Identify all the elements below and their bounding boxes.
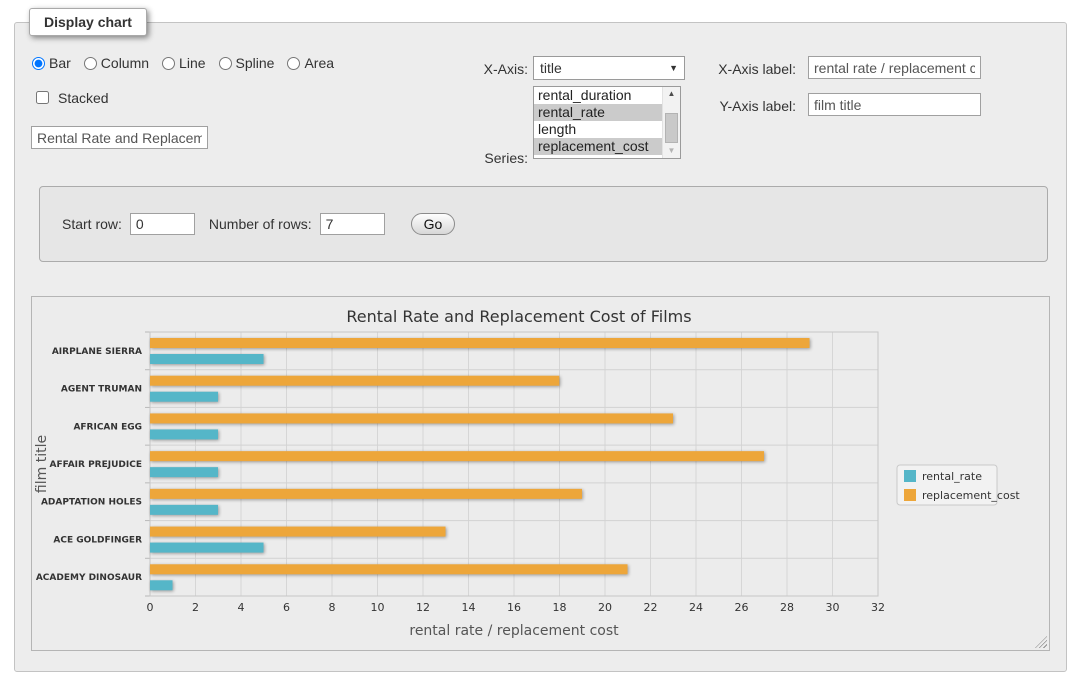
chart-title: Rental Rate and Replacement Cost of Film… [346, 307, 691, 326]
chart-type-line[interactable]: Line [162, 55, 205, 71]
series-option-length[interactable]: length [534, 121, 663, 138]
bar-rental_rate[interactable] [150, 354, 264, 364]
chart-title-input[interactable] [31, 126, 208, 149]
chevron-down-icon: ▼ [669, 63, 678, 73]
x-tick-label: 24 [689, 601, 703, 614]
series-option-replacement_cost[interactable]: replacement_cost [534, 138, 663, 155]
series-option-rental_duration[interactable]: rental_duration [534, 87, 663, 104]
x-axis-label-input[interactable] [808, 56, 981, 79]
x-tick-label: 22 [644, 601, 658, 614]
y-category-label: AGENT TRUMAN [61, 385, 142, 395]
x-axis-select-value: title [540, 60, 562, 76]
bar-replacement_cost[interactable] [150, 527, 446, 537]
stacked-checkbox[interactable] [36, 91, 49, 104]
chart-legend: rental_rate replacement_cost [897, 465, 1020, 505]
x-tick-label: 2 [192, 601, 199, 614]
chart-type-column[interactable]: Column [84, 55, 149, 71]
y-axis-label-label: Y-Axis label: [705, 98, 796, 114]
y-category-label: ADAPTATION HOLES [41, 498, 142, 508]
x-tick-label: 26 [735, 601, 749, 614]
y-category-label: ACADEMY DINOSAUR [36, 573, 142, 583]
x-axis-title: rental rate / replacement cost [409, 623, 619, 639]
x-axis-label-label: X-Axis label: [705, 61, 796, 77]
y-axis-title: film title [34, 435, 50, 493]
series-scrollbar[interactable]: ▲ ▼ [662, 87, 680, 158]
chart-type-bar[interactable]: Bar [32, 55, 71, 71]
series-select-label: Series: [455, 150, 528, 166]
series-listbox[interactable]: rental_durationrental_ratelengthreplacem… [533, 86, 681, 159]
chart-type-group: Bar Column Line Spline Area [32, 55, 334, 71]
chart-type-label: Line [179, 55, 205, 71]
start-row-input[interactable] [130, 213, 195, 235]
chart-type-label: Bar [49, 55, 71, 71]
legend-item-rental_rate[interactable]: rental_rate [904, 470, 982, 483]
bar-rental_rate[interactable] [150, 505, 218, 515]
series-options: rental_durationrental_ratelengthreplacem… [534, 87, 663, 155]
x-tick-label: 30 [826, 601, 840, 614]
bar-replacement_cost[interactable] [150, 338, 810, 348]
x-axis-select-label: X-Axis: [455, 61, 528, 77]
bar-rental_rate[interactable] [150, 392, 218, 402]
display-chart-fieldset: Display chart BarColumnLineSplineArea St… [14, 22, 1067, 672]
x-tick-label: 32 [871, 601, 885, 614]
chart-type-area[interactable]: Area [287, 55, 334, 71]
num-rows-label: Number of rows: [209, 216, 312, 232]
x-tick-label: 6 [283, 601, 290, 614]
x-tick-label: 28 [780, 601, 794, 614]
y-axis-label-input[interactable] [808, 93, 981, 116]
num-rows-input[interactable] [320, 213, 385, 235]
x-tick-label: 20 [598, 601, 612, 614]
x-tick-label: 10 [371, 601, 385, 614]
x-tick-label: 8 [329, 601, 336, 614]
x-tick-label: 4 [238, 601, 245, 614]
y-category-label: AFFAIR PREJUDICE [49, 460, 142, 470]
bar-rental_rate[interactable] [150, 543, 264, 553]
legend-swatch-icon [904, 470, 916, 482]
bar-rental_rate[interactable] [150, 580, 173, 590]
legend-label: rental_rate [922, 470, 982, 483]
bar-replacement_cost[interactable] [150, 489, 582, 499]
legend-swatch-icon [904, 489, 916, 501]
chart-type-radio-area[interactable] [287, 57, 300, 70]
scroll-down-icon[interactable]: ▼ [663, 144, 680, 158]
y-category-label: ACE GOLDFINGER [53, 535, 142, 545]
start-row-label: Start row: [62, 216, 122, 232]
chart-type-spline[interactable]: Spline [219, 55, 275, 71]
chart-svg: 02468101214161820222426283032AIRPLANE SI… [32, 297, 1049, 650]
chart-type-label: Area [304, 55, 334, 71]
x-tick-label: 18 [553, 601, 567, 614]
fieldset-legend: Display chart [29, 8, 147, 36]
bar-replacement_cost[interactable] [150, 564, 628, 574]
x-tick-label: 16 [507, 601, 521, 614]
rows-panel: Start row: Number of rows: Go [39, 186, 1048, 262]
x-tick-label: 0 [147, 601, 154, 614]
chart-type-label: Column [101, 55, 149, 71]
scrollbar-thumb[interactable] [665, 113, 678, 143]
bar-rental_rate[interactable] [150, 467, 218, 477]
x-tick-label: 12 [416, 601, 430, 614]
series-option-rental_rate[interactable]: rental_rate [534, 104, 663, 121]
x-tick-label: 14 [462, 601, 476, 614]
stacked-label: Stacked [58, 90, 109, 106]
scroll-up-icon[interactable]: ▲ [663, 87, 680, 101]
bar-replacement_cost[interactable] [150, 451, 764, 461]
chart-type-radio-bar[interactable] [32, 57, 45, 70]
y-category-label: AFRICAN EGG [73, 422, 142, 432]
chart-container: 02468101214161820222426283032AIRPLANE SI… [31, 296, 1050, 651]
chart-type-radio-spline[interactable] [219, 57, 232, 70]
x-axis-select[interactable]: title ▼ [533, 56, 685, 80]
bar-replacement_cost[interactable] [150, 413, 673, 423]
bar-rental_rate[interactable] [150, 429, 218, 439]
legend-label: replacement_cost [922, 489, 1020, 502]
chart-type-radio-line[interactable] [162, 57, 175, 70]
bar-replacement_cost[interactable] [150, 376, 559, 386]
go-button[interactable]: Go [411, 213, 456, 235]
chart-type-radio-column[interactable] [84, 57, 97, 70]
legend-item-replacement_cost[interactable]: replacement_cost [904, 489, 1020, 502]
y-category-label: AIRPLANE SIERRA [52, 347, 142, 357]
stacked-row[interactable]: Stacked [32, 88, 109, 107]
chart-type-label: Spline [236, 55, 275, 71]
